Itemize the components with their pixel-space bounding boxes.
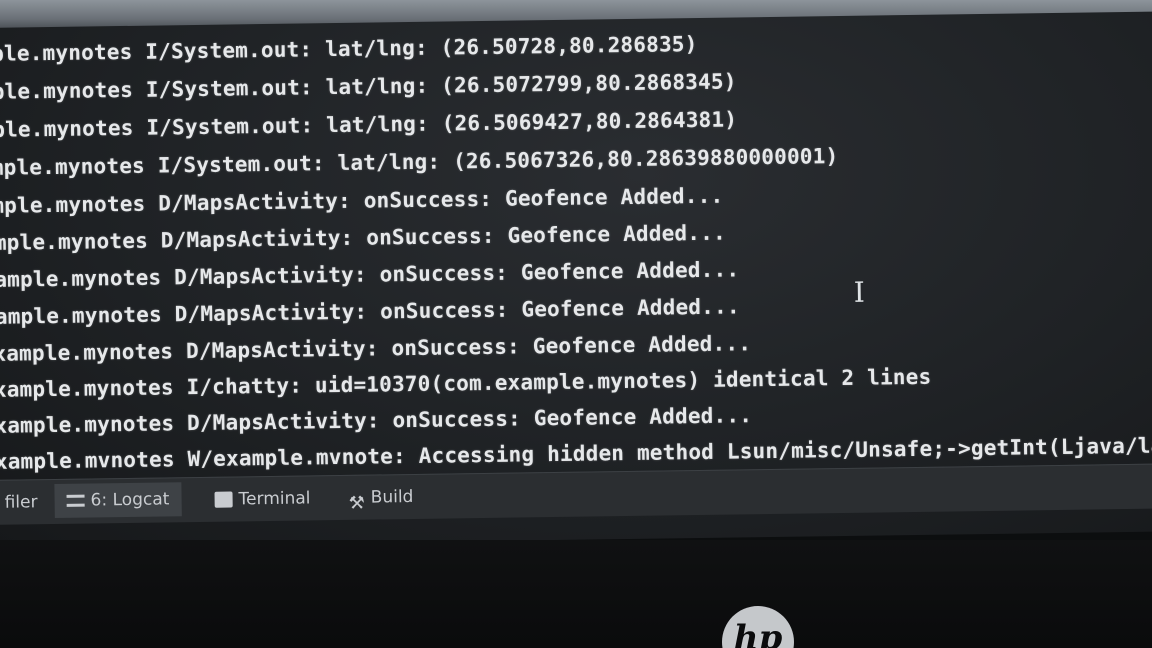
terminal-icon	[214, 491, 233, 508]
tab-build-label: Build	[370, 486, 414, 508]
log-line: mple.mynotes I/System.out: lat/lng: (26.…	[0, 31, 698, 67]
log-line: ample.mynotes D/MapsActivity: onSuccess:…	[0, 220, 727, 256]
ide-screen: mple.mynotes I/System.out: lat/lng: (26.…	[0, 11, 1152, 548]
log-line: ample.mynotes I/System.out: lat/lng: (26…	[0, 144, 839, 181]
logcat-icon	[66, 494, 85, 507]
log-line: example.mynotes I/chatty: uid=10370(com.…	[0, 364, 932, 403]
tab-profiler-label: filer	[4, 492, 38, 513]
laptop-bottom-bezel	[0, 540, 1152, 648]
tab-build[interactable]: ⚒ Build	[348, 483, 414, 514]
logcat-output[interactable]: mple.mynotes I/System.out: lat/lng: (26.…	[0, 23, 1152, 480]
photo-of-laptop-screen: mple.mynotes I/System.out: lat/lng: (26.…	[0, 0, 1152, 648]
log-line: mple.mynotes I/System.out: lat/lng: (26.…	[0, 69, 737, 105]
hammer-icon: ⚒	[348, 492, 365, 514]
log-line: mple.mynotes I/System.out: lat/lng: (26.…	[0, 107, 738, 143]
tab-logcat-label: 6: Logcat	[90, 489, 170, 511]
tab-logcat[interactable]: 6: Logcat	[54, 482, 182, 519]
tab-profiler[interactable]: filer	[4, 488, 37, 516]
log-line: xample.mynotes D/MapsActivity: onSuccess…	[0, 257, 740, 293]
tab-terminal[interactable]: Terminal	[214, 484, 311, 513]
log-line: example.mynotes D/MapsActivity: onSucces…	[0, 403, 753, 439]
log-line: ample.mynotes D/MapsActivity: onSuccess:…	[0, 183, 724, 219]
hp-logo-text: hp	[733, 618, 783, 648]
log-line: xample.mynotes D/MapsActivity: onSuccess…	[0, 294, 740, 329]
text-cursor-icon: I	[853, 275, 866, 309]
tab-terminal-label: Terminal	[238, 488, 311, 510]
log-line: example.mynotes D/MapsActivity: onSucces…	[0, 331, 752, 367]
